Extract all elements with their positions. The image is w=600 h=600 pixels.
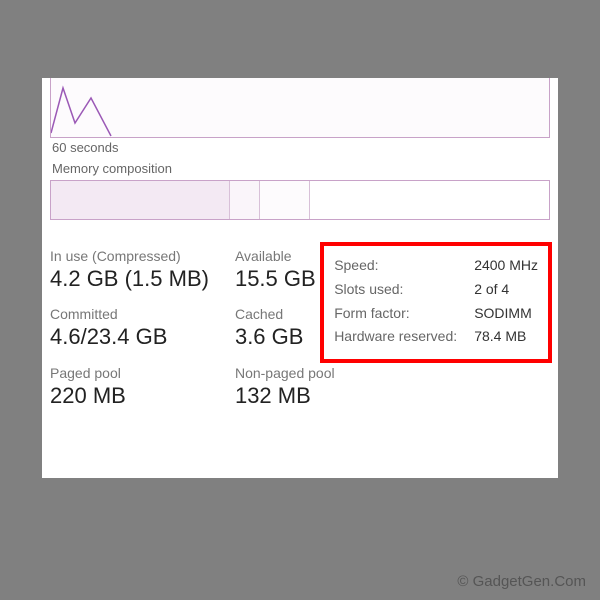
stat-label: Paged pool	[50, 365, 209, 381]
watermark-text: © GadgetGen.Com	[457, 573, 586, 590]
stat-value: 4.2 GB (1.5 MB)	[50, 266, 209, 292]
spec-value: 78.4 MB	[474, 325, 526, 349]
stat-label: Non-paged pool	[235, 365, 335, 381]
spec-label: Slots used:	[334, 278, 474, 302]
spec-form-factor: Form factor: SODIMM	[334, 302, 538, 326]
stat-paged-pool: Paged pool 220 MB	[50, 365, 209, 409]
graph-line	[51, 78, 551, 138]
stat-value: 132 MB	[235, 383, 335, 409]
spec-label: Speed:	[334, 254, 474, 278]
task-manager-memory-panel: 60 seconds Memory composition In use (Co…	[42, 78, 558, 478]
spec-value: 2400 MHz	[474, 254, 538, 278]
spec-label: Form factor:	[334, 302, 474, 326]
spec-value: 2 of 4	[474, 278, 509, 302]
composition-in-use	[51, 181, 230, 219]
spec-slots: Slots used: 2 of 4	[334, 278, 538, 302]
stat-label: Committed	[50, 306, 209, 322]
composition-label: Memory composition	[42, 159, 558, 180]
spec-hardware-reserved: Hardware reserved: 78.4 MB	[334, 325, 538, 349]
stats-area: In use (Compressed) 4.2 GB (1.5 MB) Avai…	[42, 240, 558, 409]
composition-free	[310, 181, 549, 219]
spec-label: Hardware reserved:	[334, 325, 474, 349]
graph-axis-label: 60 seconds	[42, 138, 558, 159]
stat-value: 220 MB	[50, 383, 209, 409]
stat-nonpaged-pool: Non-paged pool 132 MB	[235, 365, 335, 409]
stat-label: In use (Compressed)	[50, 248, 209, 264]
stat-value: 4.6/23.4 GB	[50, 324, 209, 350]
memory-usage-graph	[50, 78, 550, 138]
memory-composition-bar	[50, 180, 550, 220]
composition-standby	[260, 181, 310, 219]
spec-value: SODIMM	[474, 302, 532, 326]
stat-committed: Committed 4.6/23.4 GB	[50, 306, 209, 350]
stat-in-use: In use (Compressed) 4.2 GB (1.5 MB)	[50, 248, 209, 292]
spec-speed: Speed: 2400 MHz	[334, 254, 538, 278]
composition-modified	[230, 181, 260, 219]
memory-specs-highlight: Speed: 2400 MHz Slots used: 2 of 4 Form …	[320, 242, 552, 363]
